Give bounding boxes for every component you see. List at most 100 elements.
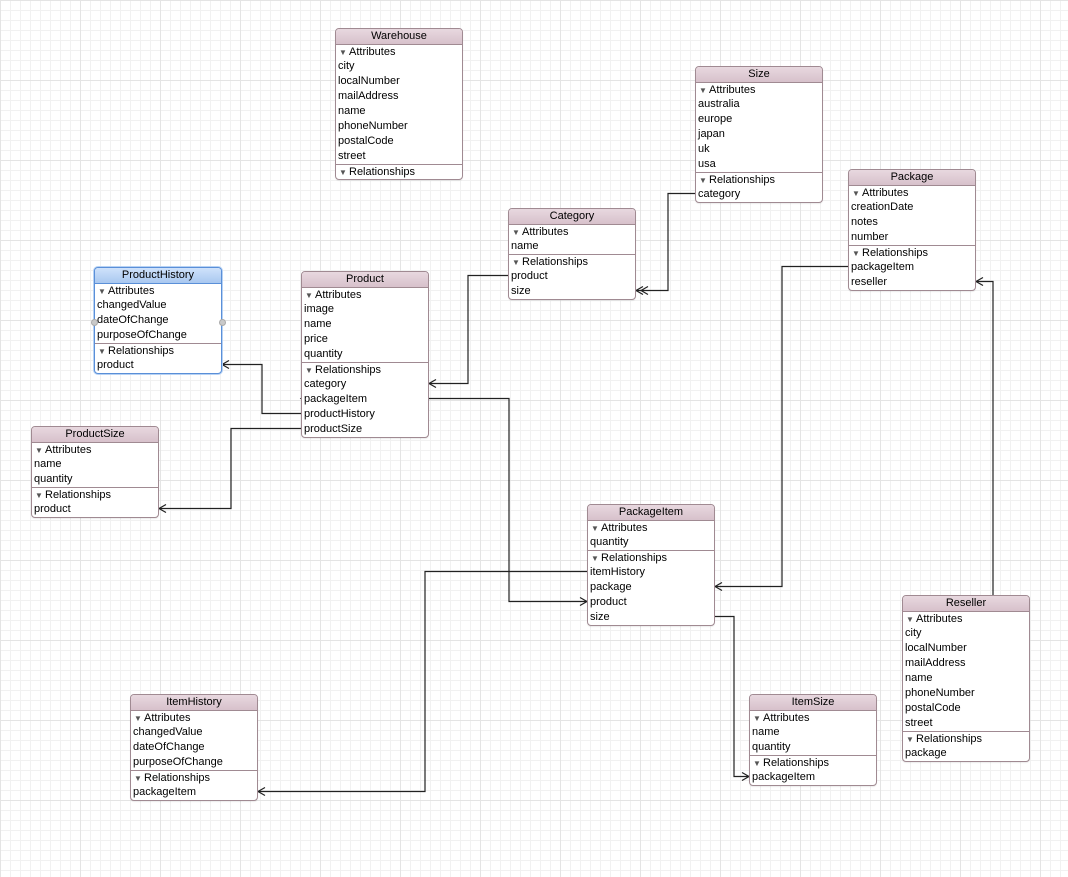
attribute-row[interactable]: price	[302, 332, 428, 347]
attribute-row[interactable]: purposeOfChange	[131, 755, 257, 770]
attribute-row[interactable]: dateOfChange	[95, 313, 221, 328]
attribute-row[interactable]: usa	[696, 157, 822, 172]
relationships-section-header[interactable]: ▼ Relationships	[588, 550, 714, 565]
attribute-row[interactable]: number	[849, 230, 975, 245]
attributes-section-header[interactable]: ▼ Attributes	[509, 225, 635, 239]
attribute-row[interactable]: localNumber	[903, 641, 1029, 656]
relationship-row[interactable]: packageItem	[131, 785, 257, 800]
disclosure-triangle-icon[interactable]: ▼	[512, 256, 522, 270]
entity-title[interactable]: ItemHistory	[131, 695, 257, 711]
relationships-section-header[interactable]: ▼ Relationships	[849, 245, 975, 260]
disclosure-triangle-icon[interactable]: ▼	[35, 489, 45, 503]
relationship-row[interactable]: product	[588, 595, 714, 610]
relationship-row[interactable]: productSize	[302, 422, 428, 437]
relationship-line[interactable]	[713, 261, 861, 592]
disclosure-triangle-icon[interactable]: ▼	[339, 46, 349, 60]
relationships-section-header[interactable]: ▼ Relationships	[131, 770, 257, 785]
relationship-row[interactable]: product	[95, 358, 221, 373]
attribute-row[interactable]: japan	[696, 127, 822, 142]
entity-product[interactable]: Product ▼ Attributes image name price quantity…	[301, 271, 429, 438]
entity-title[interactable]: Category	[509, 209, 635, 225]
relationship-row[interactable]: reseller	[849, 275, 975, 290]
disclosure-triangle-icon[interactable]: ▼	[591, 522, 601, 536]
relationship-row[interactable]: size	[588, 610, 714, 625]
relationship-line[interactable]	[157, 423, 314, 514]
attribute-row[interactable]: quantity	[750, 740, 876, 755]
disclosure-triangle-icon[interactable]: ▼	[852, 247, 862, 261]
attribute-row[interactable]: city	[336, 59, 462, 74]
attributes-section-header[interactable]: ▼ Attributes	[32, 443, 158, 457]
attribute-row[interactable]: city	[903, 626, 1029, 641]
relationship-line[interactable]	[634, 188, 703, 296]
relationship-row[interactable]: product	[509, 269, 635, 284]
attribute-row[interactable]: image	[302, 302, 428, 317]
attribute-row[interactable]: creationDate	[849, 200, 975, 215]
relationship-row[interactable]: package	[903, 746, 1029, 761]
disclosure-triangle-icon[interactable]: ▼	[98, 285, 108, 299]
entity-producthistory[interactable]: ProductHistory ▼ Attributes changedValue dat…	[94, 267, 222, 374]
disclosure-triangle-icon[interactable]: ▼	[852, 187, 862, 201]
attribute-row[interactable]: postalCode	[336, 134, 462, 149]
relationship-line[interactable]	[220, 359, 314, 419]
attributes-section-header[interactable]: ▼ Attributes	[750, 711, 876, 725]
attribute-row[interactable]: quantity	[32, 472, 158, 487]
attribute-row[interactable]: quantity	[588, 535, 714, 550]
disclosure-triangle-icon[interactable]: ▼	[699, 84, 709, 98]
entity-itemhistory[interactable]: ItemHistory ▼ Attributes changedValue dateOf…	[130, 694, 258, 801]
attribute-row[interactable]: street	[336, 149, 462, 164]
entity-title[interactable]: Package	[849, 170, 975, 186]
attribute-row[interactable]: street	[903, 716, 1029, 731]
attributes-section-header[interactable]: ▼ Attributes	[131, 711, 257, 725]
entity-title[interactable]: ProductHistory	[95, 268, 221, 284]
attributes-section-header[interactable]: ▼ Attributes	[903, 612, 1029, 626]
disclosure-triangle-icon[interactable]: ▼	[512, 226, 522, 240]
attributes-section-header[interactable]: ▼ Attributes	[588, 521, 714, 535]
attribute-row[interactable]: changedValue	[131, 725, 257, 740]
entity-size[interactable]: Size ▼ Attributes australia europe japan uk usa…	[695, 66, 823, 203]
attributes-section-header[interactable]: ▼ Attributes	[95, 284, 221, 298]
disclosure-triangle-icon[interactable]: ▼	[305, 289, 315, 303]
attribute-row[interactable]: purposeOfChange	[95, 328, 221, 343]
resize-handle-left[interactable]	[91, 319, 98, 326]
disclosure-triangle-icon[interactable]: ▼	[339, 166, 349, 179]
relationship-row[interactable]: category	[696, 187, 822, 202]
attributes-section-header[interactable]: ▼ Attributes	[696, 83, 822, 97]
entity-title[interactable]: ItemSize	[750, 695, 876, 711]
disclosure-triangle-icon[interactable]: ▼	[753, 757, 763, 771]
resize-handle-right[interactable]	[219, 319, 226, 326]
relationship-row[interactable]: productHistory	[302, 407, 428, 422]
entity-reseller[interactable]: Reseller ▼ Attributes city localNumber mailAd…	[902, 595, 1030, 762]
relationship-line[interactable]	[702, 611, 751, 782]
relationships-section-header[interactable]: ▼ Relationships	[95, 343, 221, 358]
attribute-row[interactable]: name	[903, 671, 1029, 686]
entity-title[interactable]: Reseller	[903, 596, 1029, 612]
relationships-section-header[interactable]: ▼ Relationships	[32, 487, 158, 502]
attribute-row[interactable]: changedValue	[95, 298, 221, 313]
attribute-row[interactable]: europe	[696, 112, 822, 127]
disclosure-triangle-icon[interactable]: ▼	[134, 712, 144, 726]
disclosure-triangle-icon[interactable]: ▼	[906, 613, 916, 627]
model-editor-canvas[interactable]: Warehouse ▼ Attributes city localNumber mailA…	[0, 0, 1068, 877]
attributes-section-header[interactable]: ▼ Attributes	[336, 45, 462, 59]
attributes-section-header[interactable]: ▼ Attributes	[849, 186, 975, 200]
relationships-section-header[interactable]: ▼ Relationships	[696, 172, 822, 187]
entity-title[interactable]: Product	[302, 272, 428, 288]
relationship-line[interactable]	[256, 566, 600, 797]
relationships-section-header[interactable]: ▼ Relationships	[750, 755, 876, 770]
attribute-row[interactable]: mailAddress	[903, 656, 1029, 671]
relationship-line[interactable]	[427, 270, 521, 389]
entity-package[interactable]: Package ▼ Attributes creationDate notes numbe…	[848, 169, 976, 291]
entity-title[interactable]: ProductSize	[32, 427, 158, 443]
attribute-row[interactable]: australia	[696, 97, 822, 112]
attributes-section-header[interactable]: ▼ Attributes	[302, 288, 428, 302]
entity-warehouse[interactable]: Warehouse ▼ Attributes city localNumber mailA…	[335, 28, 463, 180]
entity-packageitem[interactable]: PackageItem ▼ Attributes quantity ▼ Relations…	[587, 504, 715, 626]
relationships-section-header[interactable]: ▼ Relationships	[509, 254, 635, 269]
attribute-row[interactable]: name	[509, 239, 635, 254]
relationship-row[interactable]: packageItem	[849, 260, 975, 275]
disclosure-triangle-icon[interactable]: ▼	[906, 733, 916, 747]
attribute-row[interactable]: phoneNumber	[336, 119, 462, 134]
relationship-row[interactable]: packageItem	[750, 770, 876, 785]
attribute-row[interactable]: name	[302, 317, 428, 332]
disclosure-triangle-icon[interactable]: ▼	[591, 552, 601, 566]
